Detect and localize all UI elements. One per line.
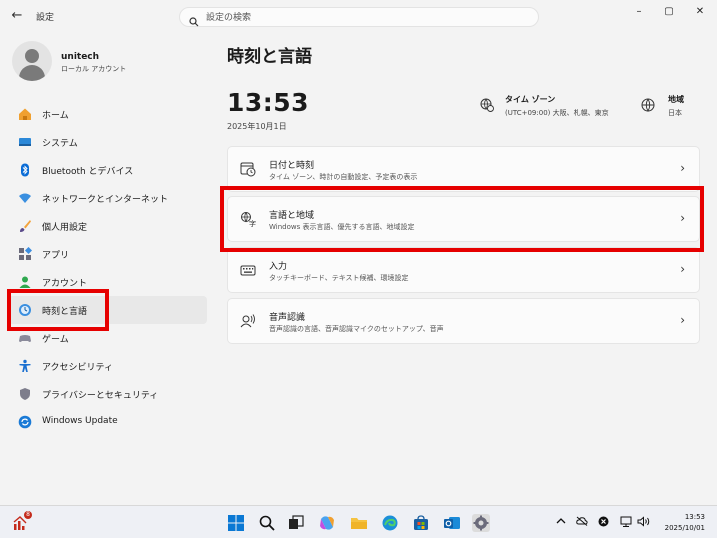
system-date: 2025/10/01 [664,524,705,532]
sidebar-item-label: Bluetooth とデバイス [42,167,134,177]
network-icon[interactable] [620,516,632,530]
highlight-box-sidebar-item [7,289,109,331]
bluetooth-icon [18,163,32,177]
card-description: タイム ゾーン、時計の自動設定、予定表の表示 [269,173,418,181]
file-explorer-icon[interactable] [350,514,368,532]
page-title: 時刻と言語 [227,47,312,67]
back-button[interactable]: ← [8,7,26,25]
search-icon [189,12,199,31]
search-input[interactable] [206,10,526,25]
sidebar-item-label: アプリ [42,251,70,261]
sidebar-item-bluetooth[interactable]: Bluetooth とデバイス [8,156,207,184]
system-time: 13:53 [684,513,705,521]
error-icon[interactable] [598,516,609,530]
settings-taskbar-icon[interactable] [472,514,490,532]
sidebar-item-label: システム [42,139,78,149]
settings-window: ← 設定 – ▢ ✕ unitech ローカル アカウント ホーム システム [0,0,717,505]
sidebar-item-label: 個人用設定 [42,223,88,233]
sidebar-item-network[interactable]: ネットワークとインターネット [8,184,207,212]
clock-calendar-icon [240,161,256,177]
sidebar-item-label: プライバシーとセキュリティ [42,391,159,401]
sidebar-item-apps[interactable]: アプリ [8,240,207,268]
sidebar-item-privacy[interactable]: プライバシーとセキュリティ [8,380,207,408]
region-title: 地域 [668,95,684,104]
update-icon [18,415,32,429]
card-description: タッチキーボード、テキスト候補、環境設定 [269,274,409,282]
system-icon [18,135,32,149]
copilot-icon[interactable] [318,514,336,532]
sidebar-item-label: アカウント [42,279,88,289]
close-button[interactable]: ✕ [685,4,715,20]
timezone-icon [480,97,494,116]
sidebar-item-system[interactable]: システム [8,128,207,156]
home-icon [18,107,32,121]
sidebar-item-accessibility[interactable]: アクセシビリティ [8,352,207,380]
maximize-button[interactable]: ▢ [654,4,684,20]
card-description: 音声認識の言語、音声認識マイクのセットアップ、音声 [269,325,444,333]
store-icon[interactable] [412,514,430,532]
sidebar-item-personalization[interactable]: 個人用設定 [8,212,207,240]
region-value: 日本 [668,109,682,117]
accessibility-icon [18,359,32,373]
title-bar: ← 設定 – ▢ ✕ [0,0,717,34]
system-clock[interactable]: 13:53 2025/10/01 [665,512,705,534]
card-title: 音声認識 [269,313,306,323]
sidebar-item-label: ゲーム [42,335,69,345]
chevron-right-icon: › [680,262,685,276]
apps-icon [18,247,32,261]
avatar[interactable] [12,41,52,81]
highlight-box-language-card [220,186,704,252]
sidebar-item-label: Windows Update [42,416,118,426]
sidebar-item-home[interactable]: ホーム [8,100,207,128]
outlook-icon[interactable] [443,514,461,532]
gamepad-icon [18,331,32,345]
account-icon [18,275,32,289]
card-speech[interactable]: 音声認識 音声認識の言語、音声認識マイクのセットアップ、音声 › [227,298,700,344]
task-view-icon[interactable] [287,514,305,532]
current-date: 2025年10月1日 [227,122,287,131]
start-icon[interactable] [227,514,245,532]
sidebar-nav: ホーム システム Bluetooth とデバイス ネットワークとインターネット … [8,100,207,436]
wifi-icon [18,191,32,205]
card-typing[interactable]: 入力 タッチキーボード、テキスト候補、環境設定 › [227,247,700,293]
globe-icon [641,97,655,116]
current-time: 13:53 [227,88,310,117]
chevron-right-icon: › [680,161,685,175]
taskbar: 13:53 2025/10/01 [0,505,717,538]
search-icon[interactable] [258,514,276,532]
search-box[interactable] [179,7,539,27]
keyboard-icon [240,262,256,278]
sidebar-item-label: ネットワークとインターネット [42,195,169,205]
chevron-up-icon[interactable] [556,516,566,529]
user-name: unitech [61,52,100,62]
cloud-off-icon[interactable] [576,516,588,529]
sidebar-item-windows-update[interactable]: Windows Update [8,408,207,436]
app-title: 設定 [36,13,55,23]
brush-icon [18,219,32,233]
account-type: ローカル アカウント [61,65,127,73]
speech-icon [240,313,256,329]
minimize-button[interactable]: – [624,4,654,20]
volume-icon[interactable] [637,516,651,530]
notification-badge: 8 [24,511,32,519]
timezone-title: タイム ゾーン [505,95,556,104]
edge-icon[interactable] [381,514,399,532]
timezone-value: (UTC+09:00) 大阪、札幌、東京 [505,109,609,117]
card-title: 入力 [269,262,288,272]
card-title: 日付と時刻 [269,161,315,171]
shield-icon [18,387,32,401]
sidebar-item-label: ホーム [42,111,69,121]
chevron-right-icon: › [680,313,685,327]
sidebar-item-label: アクセシビリティ [42,363,114,373]
